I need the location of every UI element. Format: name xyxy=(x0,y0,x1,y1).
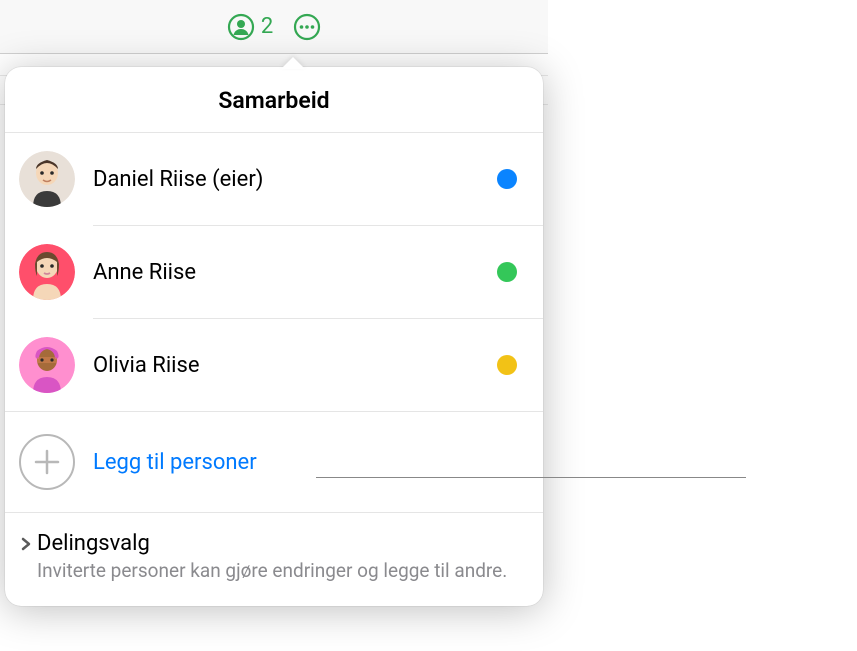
person-name: Anne Riise xyxy=(93,260,479,285)
collaboration-popover: Samarbeid Daniel Riise (eier) xyxy=(5,67,543,606)
side-panel xyxy=(548,0,857,651)
plus-icon xyxy=(19,434,75,490)
popover-title: Samarbeid xyxy=(5,67,543,133)
sharing-options-description: Inviterte personer kan gjøre endringer o… xyxy=(37,558,523,584)
collaboration-button[interactable]: 2 xyxy=(227,13,273,41)
add-people-label: Legg til personer xyxy=(93,450,257,475)
add-people-button[interactable]: Legg til personer xyxy=(5,411,543,513)
avatar xyxy=(19,337,75,393)
status-dot xyxy=(497,355,517,375)
person-name: Daniel Riise (eier) xyxy=(93,167,479,192)
person-name: Olivia Riise xyxy=(93,353,479,378)
sharing-options-title: Delingsvalg xyxy=(37,531,150,556)
callout-line xyxy=(316,477,746,478)
person-row[interactable]: Daniel Riise (eier) xyxy=(5,133,543,225)
person-row[interactable]: Olivia Riise xyxy=(5,319,543,411)
person-row[interactable]: Anne Riise xyxy=(5,226,543,318)
people-list: Daniel Riise (eier) Anne Riise xyxy=(5,133,543,411)
avatar xyxy=(19,244,75,300)
people-icon xyxy=(227,13,255,41)
toolbar: 2 xyxy=(0,0,548,54)
people-count: 2 xyxy=(261,14,273,39)
more-button[interactable] xyxy=(293,13,321,41)
status-dot xyxy=(497,262,517,282)
chevron-right-icon xyxy=(17,535,35,553)
avatar xyxy=(19,151,75,207)
status-dot xyxy=(497,169,517,189)
sharing-options-button[interactable]: Delingsvalg Inviterte personer kan gjøre… xyxy=(5,513,543,606)
